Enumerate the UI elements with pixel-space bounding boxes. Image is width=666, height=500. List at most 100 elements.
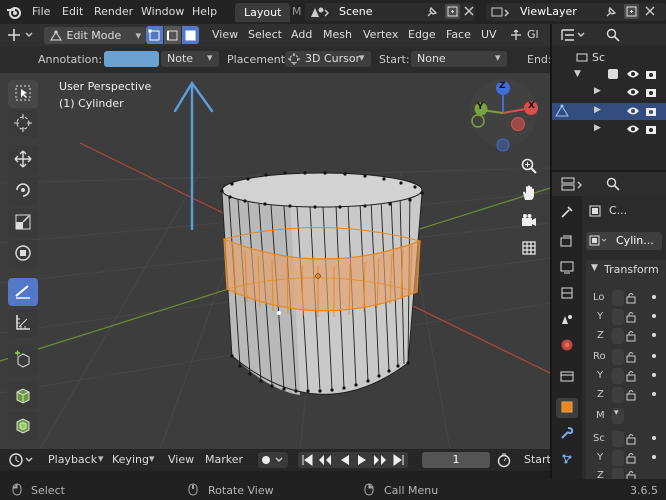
delete-viewlayer-icon[interactable] — [644, 5, 656, 17]
extrude-tool[interactable] — [8, 381, 38, 409]
outliner-row-cylinder-selected[interactable]: ▶ — [552, 103, 666, 120]
gizmo-y-label[interactable]: Y — [477, 102, 484, 112]
jump-end-icon[interactable] — [393, 454, 405, 469]
menu-uv[interactable]: UV — [481, 28, 497, 41]
new-scene-icon[interactable] — [445, 4, 460, 19]
eye-icon[interactable] — [626, 86, 640, 101]
outliner-row-collection[interactable]: ▼ — [552, 66, 666, 83]
placement-dropdown[interactable]: 3D Cursor ▾ — [285, 51, 371, 67]
tab-object[interactable] — [556, 398, 578, 418]
menu-marker[interactable]: Marker — [205, 453, 243, 466]
menu-playback[interactable]: Playback — [48, 453, 97, 466]
camera-view-button[interactable] — [515, 208, 543, 236]
stopwatch-icon[interactable] — [496, 452, 512, 471]
menu-mesh[interactable]: Mesh — [323, 28, 352, 41]
scale-y-field[interactable] — [612, 450, 624, 466]
play-reverse-icon[interactable] — [339, 454, 351, 469]
keyframe-dot-icon[interactable] — [652, 455, 656, 459]
menu-select[interactable]: Select — [248, 28, 282, 41]
keyframe-dot-icon[interactable] — [652, 333, 656, 337]
tab-modifiers[interactable] — [556, 424, 578, 444]
outliner-row-scene-collection[interactable]: Sc — [552, 49, 666, 66]
face-select-icon[interactable] — [182, 26, 199, 44]
annotation-color-swatch[interactable] — [104, 51, 159, 67]
current-frame-field[interactable]: 1 — [422, 452, 490, 468]
lock-icon[interactable] — [626, 292, 636, 307]
note-layer-dropdown[interactable]: Note ▾ — [161, 51, 219, 67]
tab-world[interactable] — [556, 336, 578, 356]
menu-global[interactable]: Gl — [527, 28, 539, 41]
pin-icon[interactable] — [425, 5, 439, 19]
move-tool[interactable] — [8, 146, 38, 174]
menu-timeline-view[interactable]: View — [168, 453, 194, 466]
rotate-tool[interactable] — [8, 177, 38, 205]
pan-button[interactable] — [515, 180, 543, 208]
object-name-field[interactable]: Cylin... — [586, 232, 662, 250]
camera-render-icon[interactable] — [645, 68, 657, 83]
eye-icon[interactable] — [626, 105, 640, 120]
next-keyframe-icon[interactable] — [373, 454, 387, 469]
new-viewlayer-icon[interactable] — [624, 4, 639, 19]
eye-icon[interactable] — [626, 123, 640, 138]
menu-view[interactable]: View — [212, 28, 238, 41]
rotation-x-field[interactable] — [612, 349, 624, 365]
3d-viewport[interactable]: Z Y X User Perspective (1) Cylinder — [0, 73, 550, 449]
delete-scene-icon[interactable] — [463, 5, 475, 17]
location-y-field[interactable] — [612, 309, 624, 325]
eye-icon[interactable] — [626, 68, 640, 83]
tab-output[interactable] — [556, 258, 578, 278]
search-icon[interactable] — [606, 28, 620, 45]
expand-arrow-icon[interactable]: ▶ — [594, 86, 601, 96]
scale-x-field[interactable] — [612, 431, 624, 447]
keyframe-dot-icon[interactable] — [652, 354, 656, 358]
menu-edge[interactable]: Edge — [408, 28, 436, 41]
menu-face[interactable]: Face — [446, 28, 471, 41]
annotate-tool[interactable] — [8, 278, 38, 306]
tab-view-layer[interactable] — [556, 284, 578, 304]
blender-logo-icon[interactable] — [6, 4, 22, 20]
editor-type-icon[interactable] — [6, 27, 36, 43]
grid-view-button[interactable] — [515, 235, 543, 263]
add-cube-tool[interactable] — [8, 346, 38, 374]
scene-selector[interactable]: Scene — [305, 3, 475, 21]
record-icon[interactable] — [258, 452, 288, 468]
rotation-mode-dropdown[interactable]: ▾ — [612, 408, 624, 424]
menu-window[interactable]: Window — [141, 5, 184, 18]
properties-editor-icon[interactable] — [560, 176, 590, 195]
menu-render[interactable]: Render — [94, 5, 133, 18]
keyframe-dot-icon[interactable] — [652, 295, 656, 299]
expand-arrow-icon[interactable]: ▶ — [594, 123, 601, 133]
lock-icon[interactable] — [626, 452, 636, 467]
tab-particles[interactable] — [556, 450, 578, 470]
viewlayer-pin-icon[interactable] — [604, 5, 618, 19]
menu-help[interactable]: Help — [192, 5, 217, 18]
properties-search-icon[interactable] — [606, 177, 620, 194]
menu-file[interactable]: File — [32, 5, 50, 18]
menu-add[interactable]: Add — [291, 28, 312, 41]
tab-tool[interactable] — [556, 203, 578, 223]
lock-icon[interactable] — [626, 389, 636, 404]
lock-icon[interactable] — [626, 433, 636, 448]
menu-edit[interactable]: Edit — [62, 5, 83, 18]
tab-scene[interactable] — [556, 310, 578, 330]
camera-render-icon[interactable] — [645, 86, 657, 101]
keyframe-dot-icon[interactable] — [652, 436, 656, 440]
clock-icon[interactable] — [8, 452, 38, 468]
outliner-row-object-1[interactable]: ▶ — [552, 84, 666, 101]
vertex-select-icon[interactable] — [146, 26, 163, 44]
tab-render[interactable] — [556, 232, 578, 252]
scale-tool[interactable] — [8, 209, 38, 237]
select-box-tool[interactable] — [8, 80, 38, 108]
tab-modeling[interactable]: M — [292, 5, 302, 18]
camera-render-icon[interactable] — [645, 123, 657, 138]
lock-icon[interactable] — [626, 370, 636, 385]
jump-start-icon[interactable] — [301, 454, 313, 469]
viewlayer-selector[interactable]: ViewLayer — [486, 3, 666, 21]
rotation-y-field[interactable] — [612, 368, 624, 384]
outliner-row-object-3[interactable]: ▶ — [552, 121, 666, 138]
tab-collection[interactable] — [556, 367, 578, 387]
transform-panel-header[interactable]: ▼ Transform — [586, 260, 666, 280]
outliner-editor-icon[interactable] — [560, 27, 590, 46]
prev-keyframe-icon[interactable] — [318, 454, 332, 469]
measure-tool[interactable] — [8, 309, 38, 337]
